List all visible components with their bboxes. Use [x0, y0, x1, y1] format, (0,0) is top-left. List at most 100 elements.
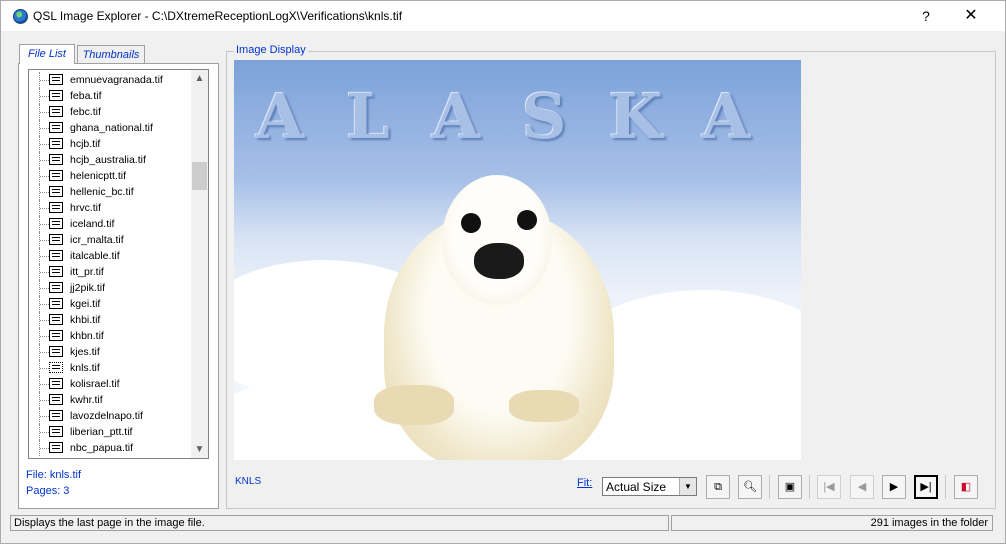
- file-list-item[interactable]: kolisrael.tif: [29, 376, 191, 392]
- file-name-label: File: knls.tif: [26, 469, 82, 481]
- tab-file-list[interactable]: File List: [19, 44, 75, 64]
- file-icon: [49, 90, 63, 101]
- file-list-item[interactable]: helenicptt.tif: [29, 168, 191, 184]
- file-icon: [49, 442, 63, 453]
- file-list-item[interactable]: nbc_papua.tif: [29, 440, 191, 456]
- exit-icon: ◧: [960, 481, 972, 493]
- file-list-item[interactable]: iceland.tif: [29, 216, 191, 232]
- qsl-image: ALASKA: [234, 60, 801, 460]
- file-icon: [49, 74, 63, 85]
- file-list-item[interactable]: hcjb.tif: [29, 136, 191, 152]
- fit-select[interactable]: Actual Size ▼: [602, 477, 697, 496]
- globe-icon: [13, 9, 28, 24]
- file-list-item-label: italcable.tif: [70, 250, 120, 262]
- toolbar-separator: [809, 475, 810, 499]
- file-icon: [49, 346, 63, 357]
- copy-button[interactable]: ⧉: [706, 475, 730, 499]
- file-list-item[interactable]: khbn.tif: [29, 328, 191, 344]
- first-page-button[interactable]: |◀: [817, 475, 841, 499]
- status-message: Displays the last page in the image file…: [10, 515, 669, 531]
- tab-thumbnails[interactable]: Thumbnails: [77, 45, 145, 63]
- file-list-item[interactable]: italcable.tif: [29, 248, 191, 264]
- file-list-item[interactable]: feba.tif: [29, 88, 191, 104]
- file-icon: [49, 170, 63, 181]
- fit-window-icon: ▣: [784, 481, 796, 493]
- help-button[interactable]: ?: [903, 1, 949, 31]
- file-list-item-label: jj2pik.tif: [70, 282, 106, 294]
- first-page-icon: |◀: [823, 481, 835, 493]
- file-list-item[interactable]: hellenic_bc.tif: [29, 184, 191, 200]
- chevron-down-icon[interactable]: ▼: [679, 478, 696, 495]
- file-list-item-label: nbc_papua.tif: [70, 442, 134, 454]
- file-tree-rows: emnuevagranada.tif feba.tif febc.tif ghana_…: [29, 72, 191, 456]
- seal-right-flipper: [509, 390, 579, 422]
- file-list-item[interactable]: liberian_ptt.tif: [29, 424, 191, 440]
- vertical-scrollbar[interactable]: ▲ ▼: [191, 70, 208, 458]
- file-list-item-label: liberian_ptt.tif: [70, 426, 133, 438]
- file-list-item-label: helenicptt.tif: [70, 170, 127, 182]
- window-title: QSL Image Explorer - C:\DXtremeReception…: [33, 9, 403, 23]
- exit-button[interactable]: ◧: [954, 475, 978, 499]
- file-icon: [49, 138, 63, 149]
- file-list-item[interactable]: kjes.tif: [29, 344, 191, 360]
- file-list-item[interactable]: khbi.tif: [29, 312, 191, 328]
- fit-select-value: Actual Size: [606, 480, 667, 494]
- image-caption: KNLS: [235, 476, 262, 487]
- file-list-item[interactable]: jj2pik.tif: [29, 280, 191, 296]
- file-list-item[interactable]: lavozdelnapo.tif: [29, 408, 191, 424]
- previous-page-icon: ◀: [857, 481, 867, 493]
- file-list-item-label: itt_pr.tif: [70, 266, 104, 278]
- file-list-item-label: kolisrael.tif: [70, 378, 120, 390]
- previous-page-button[interactable]: ◀: [850, 475, 874, 499]
- file-icon: [49, 330, 63, 341]
- file-icon: [49, 426, 63, 437]
- file-list-item[interactable]: itt_pr.tif: [29, 264, 191, 280]
- file-list-item[interactable]: emnuevagranada.tif: [29, 72, 191, 88]
- file-list-item[interactable]: kwhr.tif: [29, 392, 191, 408]
- file-icon: [49, 234, 63, 245]
- toolbar-separator: [769, 475, 770, 499]
- scroll-down-icon[interactable]: ▼: [191, 441, 208, 458]
- file-list-item[interactable]: ghana_national.tif: [29, 120, 191, 136]
- seal-face: [442, 175, 552, 305]
- last-page-icon: ▶|: [920, 481, 932, 493]
- file-list-item-label: lavozdelnapo.tif: [70, 410, 143, 422]
- file-list-item-label: emnuevagranada.tif: [70, 74, 163, 86]
- scroll-thumb[interactable]: [192, 162, 207, 190]
- file-list-item[interactable]: kgei.tif: [29, 296, 191, 312]
- next-page-button[interactable]: ▶: [882, 475, 906, 499]
- file-list-item-label: khbn.tif: [70, 330, 104, 342]
- seal-left-flipper: [374, 385, 454, 425]
- zoom-icon: 🔍︎: [743, 481, 757, 493]
- last-page-button[interactable]: ▶|: [914, 475, 938, 499]
- file-list-item[interactable]: hcjb_australia.tif: [29, 152, 191, 168]
- fit-window-button[interactable]: ▣: [778, 475, 802, 499]
- file-list-item-label: ghana_national.tif: [70, 122, 153, 134]
- scroll-up-icon[interactable]: ▲: [191, 70, 208, 87]
- toolbar-separator: [945, 475, 946, 499]
- zoom-button[interactable]: 🔍︎: [738, 475, 762, 499]
- file-list-item-label: kwhr.tif: [70, 394, 103, 406]
- file-list-item-label: hellenic_bc.tif: [70, 186, 134, 198]
- file-icon: [49, 298, 63, 309]
- file-icon: [49, 378, 63, 389]
- file-list-item[interactable]: febc.tif: [29, 104, 191, 120]
- file-list-item-label: kjes.tif: [70, 346, 100, 358]
- file-list-item-label: hcjb.tif: [70, 138, 101, 150]
- file-list-item-label: iceland.tif: [70, 218, 115, 230]
- file-list-item-label: febc.tif: [70, 106, 101, 118]
- image-title-text: ALASKA: [256, 80, 793, 153]
- file-list-item-label: knls.tif: [70, 362, 100, 374]
- file-icon: [49, 186, 63, 197]
- file-list-item[interactable]: hrvc.tif: [29, 200, 191, 216]
- file-list-item[interactable]: knls.tif: [29, 360, 191, 376]
- file-icon: [49, 410, 63, 421]
- file-list-item[interactable]: icr_malta.tif: [29, 232, 191, 248]
- pages-label: Pages: 3: [26, 485, 70, 497]
- file-list-item-label: feba.tif: [70, 90, 102, 102]
- file-icon: [49, 106, 63, 117]
- file-list-item-label: hcjb_australia.tif: [70, 154, 146, 166]
- close-button[interactable]: ✕: [948, 1, 994, 31]
- file-tree[interactable]: emnuevagranada.tif feba.tif febc.tif ghana_…: [28, 69, 209, 459]
- file-icon: [49, 266, 63, 277]
